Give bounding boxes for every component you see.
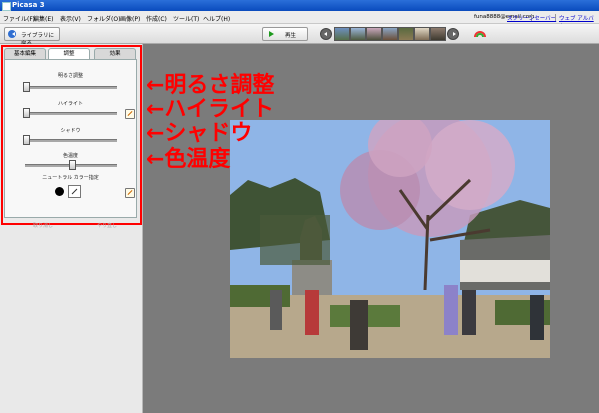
redo-button[interactable]: やり直し — [97, 222, 117, 229]
fill-light-label: 明るさ調整 — [57, 73, 83, 79]
thumbnail[interactable] — [398, 27, 414, 41]
slideshow-play-button[interactable]: 再生 — [262, 27, 308, 41]
shadows-slider[interactable] — [23, 135, 117, 145]
title-bar: Picasa 3 — [0, 0, 599, 11]
menu-help[interactable]: ヘルプ(H) — [203, 14, 230, 23]
picasa-app-icon — [2, 2, 11, 11]
menu-create[interactable]: 作成(C) — [146, 14, 167, 23]
menu-folder[interactable]: フォルダ(O) — [87, 14, 120, 23]
shadows-label: シャドウ — [60, 128, 81, 134]
menu-tools[interactable]: ツール(T) — [173, 14, 199, 23]
highlights-label: ハイライト — [58, 101, 83, 107]
edit-tabs: 基本編集 調整 効果 — [4, 48, 136, 60]
tab-effects[interactable]: 効果 — [94, 48, 136, 59]
fill-light-slider-knob[interactable] — [23, 82, 30, 92]
tab-basic-fixes[interactable]: 基本編集 — [4, 48, 46, 59]
shadows-slider-knob[interactable] — [23, 135, 30, 145]
play-label: 再生 — [285, 33, 297, 39]
highlights-slider-knob[interactable] — [23, 108, 30, 118]
tuning-panel: 明るさ調整 ハイライト シャドウ 色温度 ニュートラル カラー指定 取り消し や… — [4, 59, 137, 229]
eyedropper-icon[interactable] — [68, 185, 81, 198]
thumbnail[interactable] — [382, 27, 398, 41]
photo-preview[interactable] — [230, 120, 550, 358]
highlights-slider[interactable] — [23, 108, 117, 118]
next-photo-button[interactable] — [447, 28, 459, 40]
menu-file[interactable]: ファイル(F) — [3, 14, 35, 23]
annotation-color-temperature: ←色温度 — [146, 147, 231, 172]
menu-separator — [555, 14, 556, 21]
menu-bar: ファイル(F) 編集(E) 表示(V) フォルダ(O) 画像(P) 作成(C) … — [0, 11, 599, 30]
annotation-highlights: ←ハイライト — [146, 97, 274, 122]
neutral-color-swatch — [55, 187, 64, 196]
menu-view[interactable]: 表示(V) — [60, 14, 81, 23]
play-icon — [269, 31, 274, 37]
thumbnail[interactable] — [414, 27, 430, 41]
back-to-library-button[interactable]: ライブラリに戻る — [4, 27, 60, 47]
color-wheel-icon[interactable] — [474, 28, 486, 38]
annotation-fill-light: ←明るさ調整 — [146, 73, 275, 98]
toolbar: ライブラリに戻る 再生 — [0, 24, 599, 47]
menu-picture[interactable]: 画像(P) — [120, 14, 140, 23]
auto-color-wand-icon[interactable] — [125, 188, 135, 198]
thumbnail[interactable] — [350, 27, 366, 41]
fill-light-slider[interactable] — [23, 82, 117, 92]
back-arrow-icon — [8, 30, 16, 38]
previous-photo-button[interactable] — [320, 28, 332, 40]
undo-button[interactable]: 取り消し — [33, 222, 53, 229]
color-temperature-slider-knob[interactable] — [69, 160, 76, 170]
thumbnail[interactable] — [334, 27, 350, 41]
menu-edit[interactable]: 編集(E) — [33, 14, 53, 23]
edit-panel: 基本編集 調整 効果 明るさ調整 ハイライト シャドウ 色温度 ニュートラル カ… — [0, 44, 143, 413]
thumbnail[interactable] — [366, 27, 382, 41]
window-title: Picasa 3 — [12, 1, 45, 9]
plum-blossom-photo — [230, 120, 550, 358]
color-temperature-slider[interactable] — [25, 160, 117, 170]
color-temperature-label: 色温度 — [62, 153, 78, 159]
annotation-shadows: ←シャドウ — [146, 121, 253, 146]
neutral-color-label: ニュートラル カラー指定 — [42, 175, 99, 181]
thumbnail[interactable] — [430, 27, 446, 41]
screensaver-link[interactable]: スクリーンセーバー — [507, 14, 556, 22]
auto-contrast-wand-icon[interactable] — [125, 109, 135, 119]
